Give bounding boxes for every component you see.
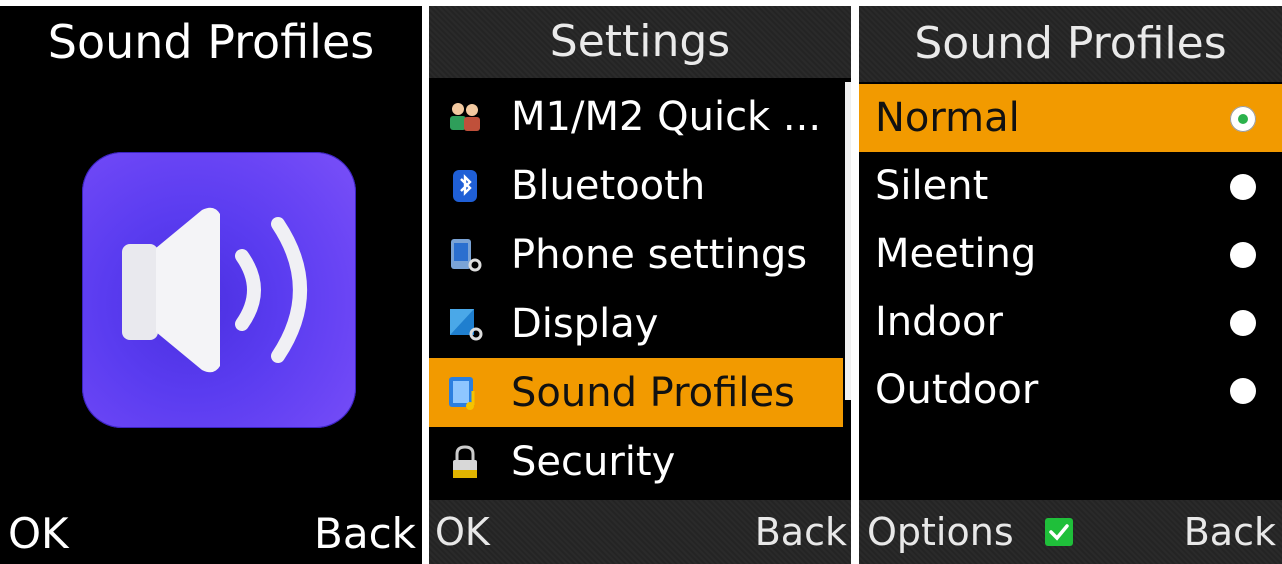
settings-menu-screen: Settings M1/M2 Quick ... Bluetooth Phone… [429, 6, 851, 564]
settings-menu-list: M1/M2 Quick ... Bluetooth Phone settings [429, 82, 843, 496]
display-icon [445, 304, 485, 344]
menu-item-security[interactable]: Security [429, 427, 843, 496]
radio-icon[interactable] [1230, 378, 1256, 404]
menu-item-display[interactable]: Display [429, 289, 843, 358]
menu-item-label: Bluetooth [511, 162, 706, 209]
menu-item-sound-profiles[interactable]: Sound Profiles [429, 358, 843, 427]
phone-settings-icon [445, 235, 485, 275]
radio-icon[interactable] [1230, 310, 1256, 336]
menu-item-quick-dial[interactable]: M1/M2 Quick ... [429, 82, 843, 151]
profile-indoor[interactable]: Indoor [859, 288, 1282, 356]
radio-icon[interactable] [1230, 242, 1256, 268]
softkey-options[interactable]: Options [867, 506, 1014, 558]
radio-selected-icon[interactable] [1230, 106, 1256, 132]
profile-meeting[interactable]: Meeting [859, 220, 1282, 288]
softkey-bar: Options Back [859, 500, 1282, 564]
menu-item-label: Phone settings [511, 231, 808, 278]
lock-icon [445, 442, 485, 482]
menu-item-label: Security [511, 438, 676, 485]
menu-item-label: M1/M2 Quick ... [511, 93, 822, 140]
profile-normal[interactable]: Normal [859, 84, 1282, 152]
softkey-ok[interactable]: OK [8, 508, 69, 560]
profile-label: Silent [875, 163, 989, 209]
sound-profiles-list-screen: Sound Profiles Normal Silent Meeting Ind… [859, 6, 1282, 564]
menu-item-bluetooth[interactable]: Bluetooth [429, 151, 843, 220]
profile-label: Normal [875, 95, 1020, 141]
screen-title: Sound Profiles [859, 6, 1282, 82]
profile-outdoor[interactable]: Outdoor [859, 356, 1282, 424]
menu-item-label: Display [511, 300, 659, 347]
checkmark-icon [1045, 518, 1073, 546]
profile-silent[interactable]: Silent [859, 152, 1282, 220]
sound-profiles-splash-screen: Sound Profiles OK Back [0, 6, 422, 564]
screen-title: Sound Profiles [47, 15, 375, 69]
softkey-back[interactable]: Back [755, 506, 847, 558]
softkey-back[interactable]: Back [1184, 506, 1276, 558]
bluetooth-icon [445, 166, 485, 206]
menu-item-label: Sound Profiles [511, 369, 795, 416]
menu-item-phone-settings[interactable]: Phone settings [429, 220, 843, 289]
profile-label: Outdoor [875, 367, 1039, 413]
profile-label: Indoor [875, 299, 1003, 345]
contacts-icon [445, 97, 485, 137]
sound-profiles-icon [445, 373, 485, 413]
softkey-ok[interactable]: OK [435, 506, 490, 558]
profiles-list: Normal Silent Meeting Indoor Outdoor [859, 84, 1282, 424]
scrollbar[interactable] [845, 82, 851, 400]
softkey-bar: OK Back [429, 500, 851, 564]
profile-label: Meeting [875, 231, 1037, 277]
softkey-back[interactable]: Back [314, 508, 416, 560]
radio-icon[interactable] [1230, 174, 1256, 200]
speaker-icon [82, 152, 356, 428]
screen-title: Settings [429, 6, 851, 78]
